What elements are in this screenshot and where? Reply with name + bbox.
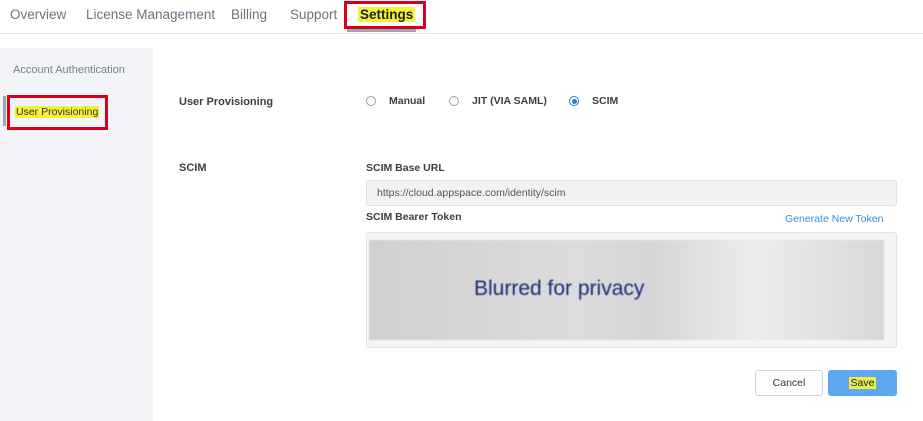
radio-scim[interactable]: SCIM xyxy=(569,95,618,107)
sidebar-active-marker xyxy=(3,96,6,126)
privacy-blur-caption: Blurred for privacy xyxy=(474,277,645,300)
active-tab-indicator xyxy=(347,29,416,32)
top-nav: Overview License Management Billing Supp… xyxy=(0,0,923,34)
radio-manual-circle[interactable] xyxy=(366,96,376,106)
user-provisioning-label: User Provisioning xyxy=(179,96,274,108)
radio-jit-saml-label: JIT (VIA SAML) xyxy=(472,95,547,107)
radio-jit-saml[interactable]: JIT (VIA SAML) xyxy=(449,95,547,107)
privacy-blur-overlay: Blurred for privacy xyxy=(369,240,884,340)
scim-bearer-token-field[interactable]: Blurred for privacy xyxy=(366,232,897,348)
tab-overview[interactable]: Overview xyxy=(10,7,66,22)
scim-base-url-label: SCIM Base URL xyxy=(366,162,445,174)
scim-bearer-token-label: SCIM Bearer Token xyxy=(366,211,462,223)
radio-jit-saml-circle[interactable] xyxy=(449,96,459,106)
annotation-box-user-provisioning xyxy=(7,95,108,130)
save-button[interactable]: Save xyxy=(828,370,897,396)
sidebar-item-account-authentication[interactable]: Account Authentication xyxy=(13,64,125,76)
annotation-box-settings xyxy=(344,1,426,29)
radio-scim-label: SCIM xyxy=(592,95,619,107)
save-button-label: Save xyxy=(848,377,877,389)
tab-billing[interactable]: Billing xyxy=(231,7,267,22)
generate-new-token-link[interactable]: Generate New Token xyxy=(785,213,883,225)
scim-section-label: SCIM xyxy=(179,162,207,174)
radio-scim-circle[interactable] xyxy=(569,96,579,106)
tab-support[interactable]: Support xyxy=(290,7,337,22)
scim-base-url-field[interactable] xyxy=(366,180,897,206)
radio-manual-label: Manual xyxy=(389,95,426,107)
radio-manual[interactable]: Manual xyxy=(366,95,425,107)
cancel-button[interactable]: Cancel xyxy=(755,370,823,396)
tab-license-management[interactable]: License Management xyxy=(86,7,215,22)
